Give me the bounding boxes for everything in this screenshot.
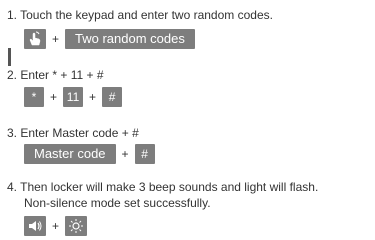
- plus-sign: +: [89, 90, 97, 104]
- step-4-text-2: Non-silence mode set successfully.: [24, 196, 211, 210]
- master-code-button: Master code: [24, 144, 116, 164]
- step-2-row: * + 11 + #: [24, 87, 123, 107]
- hand-touch-icon: [24, 29, 46, 49]
- two-random-codes-button: Two random codes: [65, 29, 195, 49]
- plus-sign: +: [50, 90, 58, 104]
- light-bulb-icon: [65, 216, 88, 236]
- step-1-text: 1. Touch the keypad and enter two random…: [7, 8, 273, 22]
- step-4-text: 4. Then locker will make 3 beep sounds a…: [7, 180, 319, 194]
- plus-sign: +: [52, 32, 60, 46]
- plus-sign: +: [121, 147, 129, 161]
- hash-key: #: [102, 87, 123, 107]
- step-2-text: 2. Enter * + 11 + #: [7, 68, 104, 82]
- step-3-row: Master code + #: [24, 144, 155, 164]
- speaker-icon: [24, 216, 46, 236]
- plus-sign: +: [52, 219, 60, 233]
- step-3-text: 3. Enter Master code + #: [7, 126, 139, 140]
- margin-marker: [8, 48, 11, 66]
- step-4-row: +: [24, 216, 88, 236]
- star-key: *: [24, 87, 44, 107]
- hash-key: #: [134, 144, 155, 164]
- step-1-row: + Two random codes: [24, 29, 195, 49]
- eleven-key: 11: [63, 87, 84, 107]
